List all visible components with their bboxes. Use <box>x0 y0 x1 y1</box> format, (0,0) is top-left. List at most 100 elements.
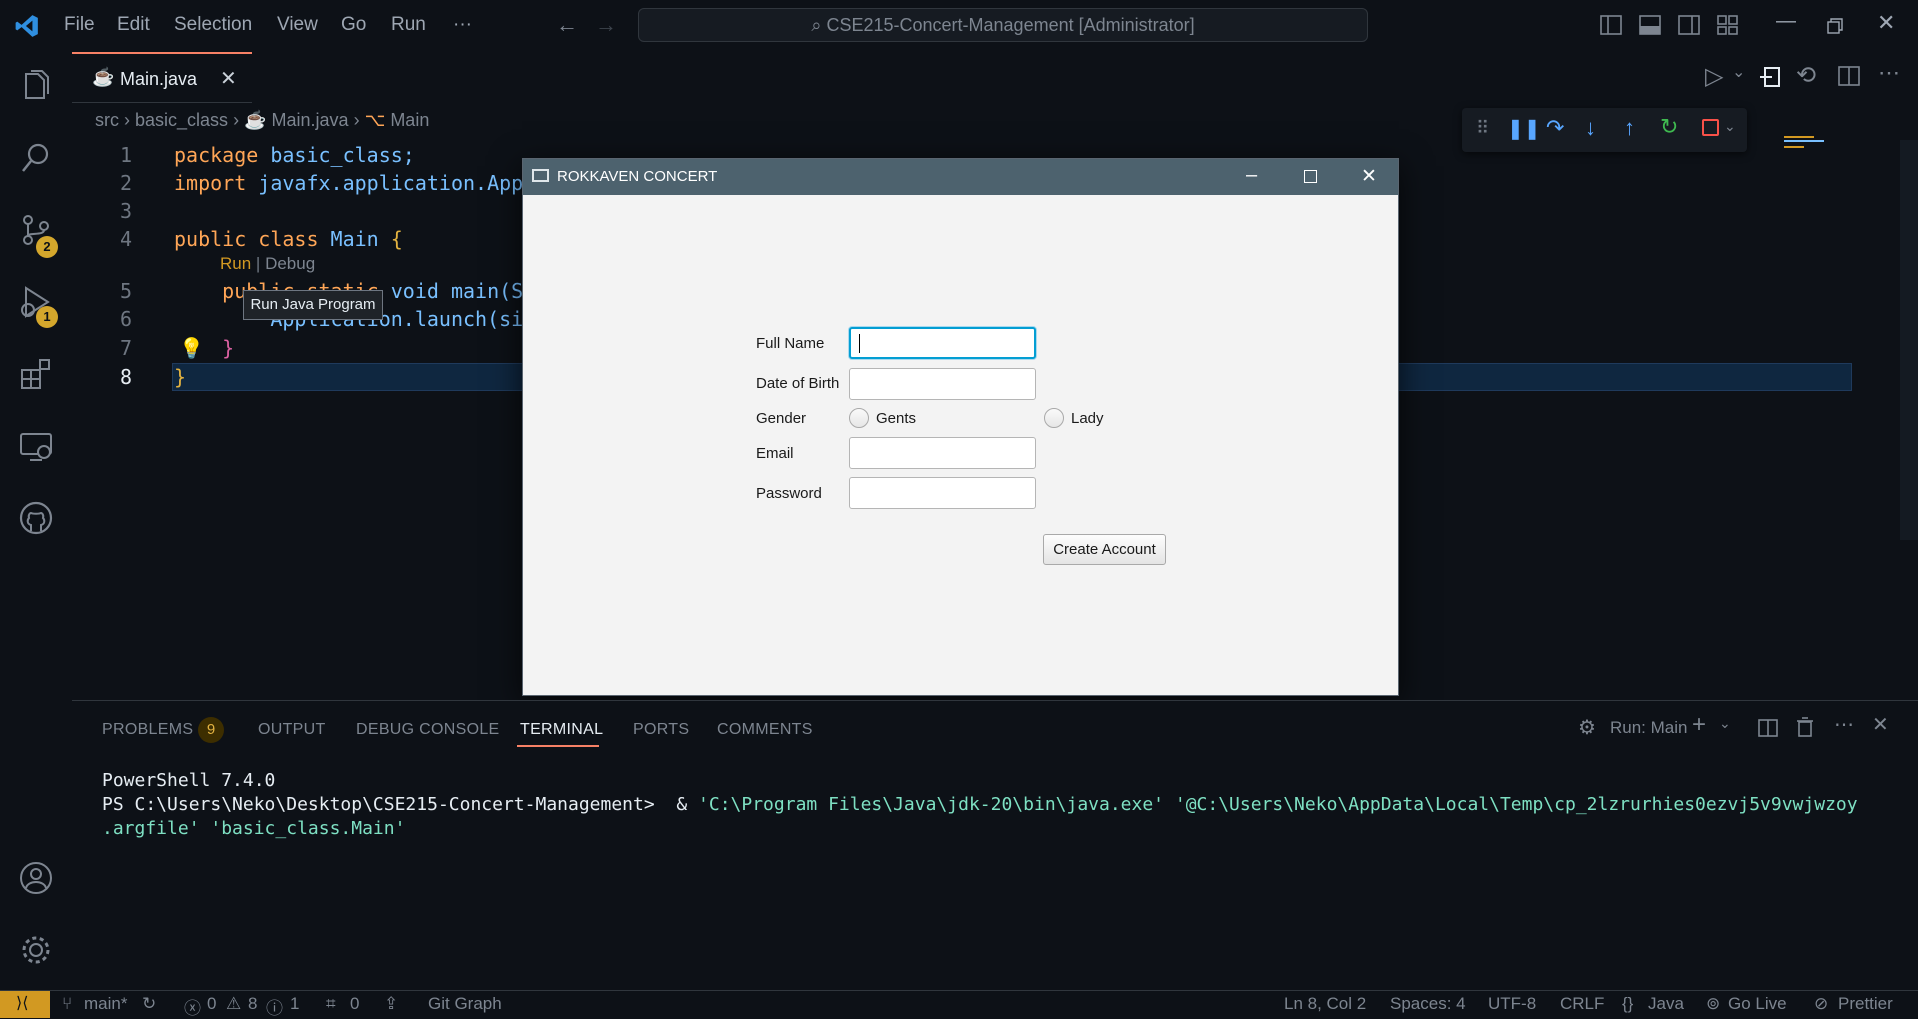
customize-layout-icon[interactable] <box>1717 15 1739 35</box>
toggle-sidebar-icon[interactable] <box>1600 15 1622 35</box>
split-editor-icon[interactable] <box>1838 66 1860 86</box>
chevron-down-icon[interactable]: ⌄ <box>1724 118 1736 135</box>
workspace-title: CSE215-Concert-Management [Administrator… <box>826 15 1195 35</box>
minimap[interactable] <box>1784 136 1830 150</box>
info-count[interactable]: 1 <box>290 994 299 1014</box>
stop-icon[interactable] <box>1702 119 1719 136</box>
git-graph-button[interactable]: Git Graph <box>428 994 502 1014</box>
remote-indicator[interactable]: ⟩⟨ <box>0 991 50 1018</box>
split-terminal-icon[interactable] <box>1758 719 1778 737</box>
command-center-search[interactable]: ⌕ CSE215-Concert-Management [Administrat… <box>638 8 1368 42</box>
history-icon[interactable]: ⟲ <box>1796 61 1816 90</box>
search-icon[interactable] <box>18 140 54 176</box>
run-play-icon[interactable]: ▷ <box>1705 62 1723 91</box>
menu-selection[interactable]: Selection <box>174 14 252 36</box>
gender-lady-radio[interactable] <box>1044 408 1064 428</box>
forward-arrow-icon[interactable]: → <box>595 12 617 38</box>
tab-terminal[interactable]: TERMINAL <box>520 721 603 739</box>
encoding[interactable]: UTF-8 <box>1488 994 1536 1014</box>
step-into-icon[interactable]: ↓ <box>1585 115 1596 141</box>
settings-gear-icon[interactable] <box>18 932 54 968</box>
prettier-button[interactable]: Prettier <box>1838 994 1893 1014</box>
tab-close-icon[interactable]: ✕ <box>220 66 237 91</box>
dob-input[interactable] <box>849 368 1036 400</box>
email-input[interactable] <box>849 437 1036 469</box>
trash-icon[interactable] <box>1796 717 1814 737</box>
deploy-icon[interactable]: ⇪ <box>384 994 398 1014</box>
menu-run[interactable]: Run <box>391 14 426 36</box>
step-out-icon[interactable]: ↑ <box>1624 115 1635 141</box>
editor-scrollbar[interactable] <box>1900 140 1918 540</box>
code-token: .launch(sig <box>402 307 536 331</box>
close-icon[interactable]: ✕ <box>1877 10 1895 36</box>
language-mode[interactable]: Java <box>1648 994 1684 1014</box>
error-count[interactable]: 0 <box>207 994 216 1014</box>
fx-title-bar[interactable]: ROKKAVEN CONCERT – ✕ <box>523 159 1398 195</box>
extensions-icon[interactable] <box>18 356 54 392</box>
drag-handle-icon[interactable]: ⠿ <box>1476 118 1489 139</box>
close-panel-icon[interactable]: ✕ <box>1872 712 1889 737</box>
terminal-instance-label[interactable]: Run: Main <box>1610 718 1687 738</box>
warning-count[interactable]: 8 <box>248 994 257 1014</box>
remote-explorer-icon[interactable] <box>18 428 54 464</box>
minimize-icon[interactable]: – <box>1246 164 1257 187</box>
breadcrumb-src[interactable]: src <box>95 110 119 130</box>
go-live-button[interactable]: Go Live <box>1728 994 1787 1014</box>
explorer-icon[interactable] <box>18 68 54 104</box>
sync-icon[interactable]: ↻ <box>142 994 156 1014</box>
tab-output[interactable]: OUTPUT <box>258 721 326 739</box>
tab-comments[interactable]: COMMENTS <box>717 721 813 739</box>
indentation[interactable]: Spaces: 4 <box>1390 994 1466 1014</box>
tab-ports[interactable]: PORTS <box>633 721 689 739</box>
chevron-down-icon[interactable]: ⌄ <box>1719 715 1731 732</box>
end-of-line[interactable]: CRLF <box>1560 994 1604 1014</box>
more-actions-icon[interactable]: ⋯ <box>1878 60 1900 86</box>
menu-file[interactable]: File <box>64 14 95 36</box>
minimize-icon[interactable]: — <box>1776 10 1796 33</box>
tab-main-java[interactable]: ☕ Main.java ✕ <box>72 52 252 102</box>
activity-bar: 2 1 <box>0 52 72 997</box>
breadcrumb-symbol[interactable]: Main <box>390 110 429 130</box>
tab-problems[interactable]: PROBLEMS <box>102 721 193 739</box>
branch-name[interactable]: main* <box>84 994 127 1014</box>
back-arrow-icon[interactable]: ← <box>556 12 578 38</box>
full-name-input[interactable] <box>849 327 1036 359</box>
toggle-panel-icon[interactable] <box>1639 15 1661 35</box>
restore-icon[interactable] <box>1827 18 1843 34</box>
codelens-run[interactable]: Run <box>220 254 251 273</box>
editor-tab-bar: ☕ Main.java ✕ ⠿ ❚❚ ↷ ↓ ↑ ↻ ⌄ ▷ ⌄ ⟲ ⋯ <box>72 52 1918 152</box>
run-dropdown-icon[interactable]: ⌄ <box>1732 62 1745 82</box>
terminal-prompt: PS C:\Users\Neko\Desktop\CSE215-Concert-… <box>102 794 699 815</box>
terminal-command: 'C:\Program Files\Java\jdk-20\bin\java.e… <box>698 794 1858 815</box>
restart-icon[interactable]: ↻ <box>1660 114 1678 140</box>
menu-go[interactable]: Go <box>341 14 366 36</box>
tab-debug-console[interactable]: DEBUG CONSOLE <box>356 721 500 739</box>
run-debug-badge: 1 <box>36 306 58 328</box>
breadcrumb-file[interactable]: Main.java <box>272 110 349 130</box>
attach-icon[interactable] <box>1760 66 1782 88</box>
terminal-command-cont: .argfile' 'basic_class.Main' <box>102 818 406 839</box>
accounts-icon[interactable] <box>18 860 54 896</box>
menu-view[interactable]: View <box>277 14 318 36</box>
github-icon[interactable] <box>18 500 54 536</box>
step-over-icon[interactable]: ↷ <box>1546 115 1564 141</box>
more-actions-icon[interactable]: ⋯ <box>1834 712 1854 737</box>
toggle-secondary-sidebar-icon[interactable] <box>1678 15 1700 35</box>
full-name-label: Full Name <box>756 335 825 352</box>
create-account-button[interactable]: Create Account <box>1043 534 1166 565</box>
chevron-right-icon: › <box>233 110 245 130</box>
ports-count[interactable]: 0 <box>350 994 359 1014</box>
codelens-debug[interactable]: Debug <box>265 254 315 273</box>
menu-more[interactable]: ··· <box>453 14 472 36</box>
pause-icon[interactable]: ❚❚ <box>1507 116 1541 141</box>
fx-window-title: ROKKAVEN CONCERT <box>557 168 718 185</box>
cursor-position[interactable]: Ln 8, Col 2 <box>1284 994 1366 1014</box>
new-terminal-icon[interactable]: + <box>1692 711 1706 739</box>
breadcrumb-package[interactable]: basic_class <box>135 110 228 130</box>
maximize-icon[interactable] <box>1304 170 1317 183</box>
menu-edit[interactable]: Edit <box>117 14 150 36</box>
close-icon[interactable]: ✕ <box>1361 165 1377 188</box>
gender-gents-radio[interactable] <box>849 408 869 428</box>
password-input[interactable] <box>849 477 1036 509</box>
active-tab-indicator <box>517 745 599 747</box>
